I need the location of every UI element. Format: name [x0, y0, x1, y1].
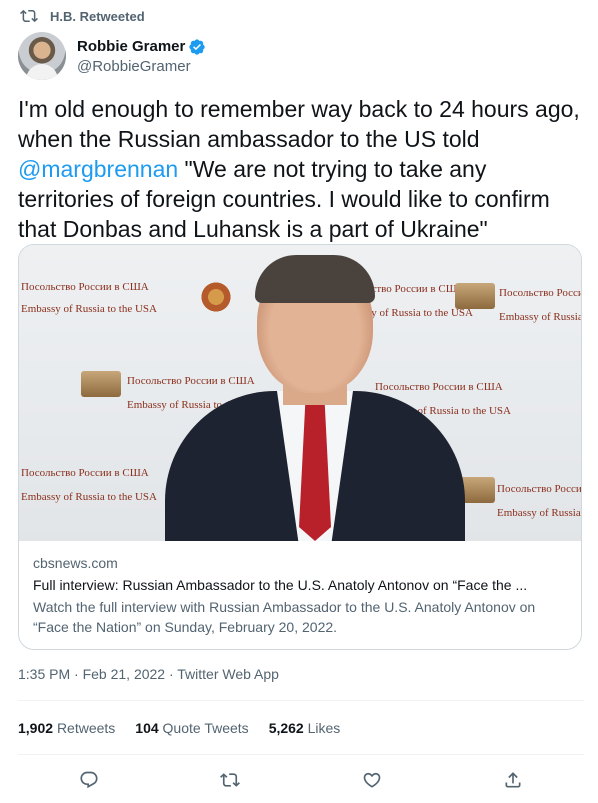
heart-icon [363, 772, 381, 788]
author-block[interactable]: Robbie Gramer @RobbieGramer [18, 32, 206, 80]
verified-badge-icon [188, 38, 206, 56]
retweet-icon [220, 773, 241, 787]
likes-count: 5,262 [268, 720, 304, 736]
link-card[interactable]: Посольство России в США Embassy of Russi… [18, 244, 582, 650]
building-icon [81, 371, 121, 397]
tweet-text: I'm old enough to remember way back to 2… [18, 94, 584, 244]
card-image[interactable]: Посольство России в США Embassy of Russi… [19, 245, 581, 541]
author-handle[interactable]: @RobbieGramer [77, 58, 206, 75]
backdrop-text: Посольство России в США [21, 467, 149, 479]
tweet-text-part: I'm old enough to remember way back to 2… [18, 96, 580, 152]
reply-icon [80, 771, 98, 789]
backdrop-text: Embassy of Russia to the USA [21, 491, 157, 503]
divider [18, 700, 584, 701]
card-title: Full interview: Russian Ambassador to th… [33, 577, 528, 593]
avatar[interactable] [18, 32, 66, 80]
retweeted-by-label: H.B. Retweeted [50, 8, 145, 24]
backdrop-text: Embassy of Russia to the USA [497, 507, 581, 519]
mention-link[interactable]: @margbrennan [18, 156, 178, 182]
reply-button[interactable] [71, 762, 107, 798]
likes-label: Likes [307, 720, 341, 736]
author-name[interactable]: Robbie Gramer [77, 38, 185, 55]
backdrop-text: Посольство России в США [21, 281, 149, 293]
retweet-button[interactable] [212, 762, 248, 798]
backdrop-text: Embassy of Russia to the USA [21, 303, 157, 315]
quote-tweets-stat[interactable]: 104 Quote Tweets [135, 720, 248, 736]
card-info[interactable]: cbsnews.com Full interview: Russian Amba… [19, 541, 581, 647]
engagement-stats: 1,902 Retweets 104 Quote Tweets 5,262 Li… [18, 720, 360, 736]
likes-stat[interactable]: 5,262 Likes [269, 720, 341, 736]
quotes-label: Quote Tweets [162, 720, 249, 736]
interview-subject [165, 255, 465, 541]
retweet-icon [20, 7, 38, 25]
backdrop-text: Embassy of Russia to the USA [499, 311, 581, 323]
retweets-count: 1,902 [18, 720, 54, 736]
share-icon [505, 772, 521, 788]
backdrop-text: Посольство России в США [497, 483, 581, 495]
like-button[interactable] [354, 762, 390, 798]
tweet-timestamp[interactable]: 1:35 PM · Feb 21, 2022 · Twitter Web App [18, 666, 279, 682]
card-domain: cbsnews.com [33, 555, 118, 571]
retweets-label: Retweets [56, 720, 116, 736]
divider [18, 754, 584, 755]
retweets-stat[interactable]: 1,902 Retweets [18, 720, 115, 736]
quotes-count: 104 [135, 720, 159, 736]
social-context[interactable]: H.B. Retweeted [18, 6, 145, 26]
backdrop-text: Посольство России в США [499, 287, 581, 299]
card-description: Watch the full interview with Russian Am… [33, 599, 536, 635]
share-button[interactable] [495, 762, 531, 798]
action-bar [18, 762, 584, 798]
